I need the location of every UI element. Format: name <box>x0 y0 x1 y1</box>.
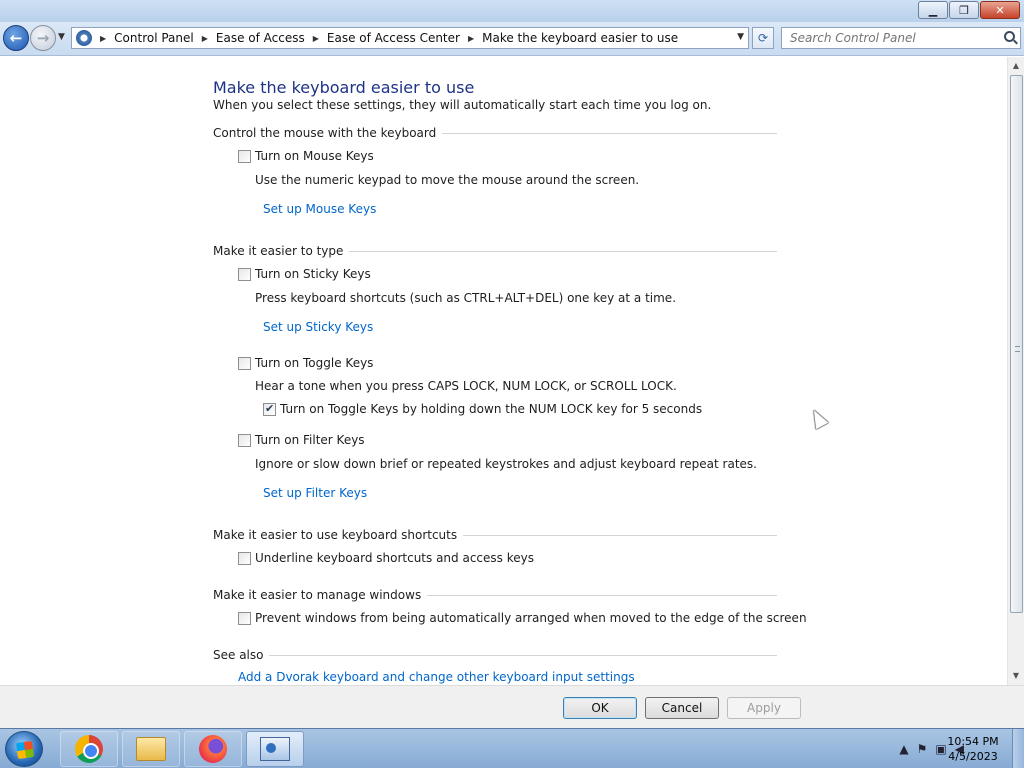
taskbar-chrome[interactable] <box>60 731 118 767</box>
toggle-keys-description: Hear a tone when you press CAPS LOCK, NU… <box>255 379 677 393</box>
divider <box>269 654 777 656</box>
search-icon[interactable] <box>1004 31 1015 42</box>
scrollbar-thumb[interactable] <box>1010 75 1023 613</box>
navigation-bar: ← → ▼ ▶ Control Panel ▶ Ease of Access ▶… <box>0 22 1024 56</box>
system-clock[interactable]: 10:54 PM 4/5/2023 <box>942 734 1004 764</box>
mouse-keys-checkbox-row[interactable]: Turn on Mouse Keys <box>238 149 374 163</box>
group-title: Make it easier to manage windows <box>213 588 422 602</box>
taskbar-firefox[interactable] <box>184 731 242 767</box>
toggle-keys-numlock-checkbox-row[interactable]: Turn on Toggle Keys by holding down the … <box>263 402 702 416</box>
dialog-footer: OK Cancel Apply <box>0 685 1024 728</box>
cancel-button[interactable]: Cancel <box>645 697 719 719</box>
scrollbar-grip <box>1015 346 1020 352</box>
mouse-keys-description: Use the numeric keypad to move the mouse… <box>255 173 640 187</box>
chevron-right-icon[interactable]: ▶ <box>100 34 106 43</box>
underline-shortcuts-label[interactable]: Underline keyboard shortcuts and access … <box>255 551 534 565</box>
mouse-keys-label[interactable]: Turn on Mouse Keys <box>255 149 374 163</box>
close-button[interactable]: ✕ <box>980 1 1020 19</box>
filter-keys-description: Ignore or slow down brief or repeated ke… <box>255 457 757 471</box>
scroll-down-icon[interactable]: ▼ <box>1008 668 1024 684</box>
breadcrumb-control-panel[interactable]: Control Panel <box>114 31 194 45</box>
setup-mouse-keys-link[interactable]: Set up Mouse Keys <box>263 202 376 216</box>
search-box[interactable] <box>781 27 1021 49</box>
show-desktop-button[interactable] <box>1012 729 1024 768</box>
address-bar[interactable]: ▶ Control Panel ▶ Ease of Access ▶ Ease … <box>71 27 749 49</box>
prevent-arrange-label[interactable]: Prevent windows from being automatically… <box>255 611 807 625</box>
group-header-shortcuts: Make it easier to use keyboard shortcuts <box>213 528 777 542</box>
file-explorer-icon <box>136 737 166 761</box>
window-caption-bar: ▁ ❐ ✕ <box>0 0 1024 22</box>
minimize-button[interactable]: ▁ <box>918 1 948 19</box>
maximize-button[interactable]: ❐ <box>949 1 979 19</box>
taskbar-control-panel[interactable] <box>246 731 304 767</box>
setup-filter-keys-link[interactable]: Set up Filter Keys <box>263 486 367 500</box>
prevent-arrange-checkbox-row[interactable]: Prevent windows from being automatically… <box>238 611 807 625</box>
taskbar: ▲ ⚑ ▣ ◀ 10:54 PM 4/5/2023 <box>0 728 1024 768</box>
page-subtitle: When you select these settings, they wil… <box>213 98 712 112</box>
dvorak-keyboard-link[interactable]: Add a Dvorak keyboard and change other k… <box>238 670 635 684</box>
group-header-windows: Make it easier to manage windows <box>213 588 777 602</box>
start-button[interactable] <box>5 731 43 767</box>
search-input[interactable] <box>782 28 992 48</box>
divider <box>442 132 777 134</box>
toggle-keys-numlock-checkbox[interactable] <box>263 402 276 416</box>
address-dropdown-icon[interactable]: ▼ <box>737 32 744 42</box>
filter-keys-label[interactable]: Turn on Filter Keys <box>255 433 365 447</box>
clock-time: 10:54 PM <box>947 735 999 748</box>
toggle-keys-checkbox[interactable] <box>238 356 251 370</box>
group-title: Make it easier to use keyboard shortcuts <box>213 528 458 542</box>
control-panel-icon <box>76 30 92 46</box>
breadcrumb-ease-of-access-center[interactable]: Ease of Access Center <box>327 31 460 45</box>
sticky-keys-checkbox[interactable] <box>238 267 251 281</box>
taskbar-file-explorer[interactable] <box>122 731 180 767</box>
chrome-icon <box>75 735 103 763</box>
breadcrumb: ▶ Control Panel ▶ Ease of Access ▶ Ease … <box>92 31 678 45</box>
group-header-type: Make it easier to type <box>213 244 777 258</box>
firefox-icon <box>199 735 227 763</box>
toggle-keys-label[interactable]: Turn on Toggle Keys <box>255 356 373 370</box>
refresh-button[interactable]: ⟳ <box>752 27 774 49</box>
ok-button[interactable]: OK <box>563 697 637 719</box>
action-center-icon[interactable]: ⚑ <box>917 742 928 756</box>
prevent-arrange-checkbox[interactable] <box>238 611 251 625</box>
group-title: Make it easier to type <box>213 244 344 258</box>
filter-keys-checkbox[interactable] <box>238 433 251 447</box>
group-header-mouse: Control the mouse with the keyboard <box>213 126 777 140</box>
main-content: Make the keyboard easier to use When you… <box>0 57 1007 685</box>
sticky-keys-checkbox-row[interactable]: Turn on Sticky Keys <box>238 267 371 281</box>
caption-buttons: ▁ ❐ ✕ <box>918 1 1020 19</box>
apply-button[interactable]: Apply <box>727 697 801 719</box>
group-header-see-also: See also <box>213 648 777 662</box>
breadcrumb-ease-of-access[interactable]: Ease of Access <box>216 31 305 45</box>
divider <box>349 250 777 252</box>
chevron-right-icon[interactable]: ▶ <box>202 34 208 43</box>
recent-pages-dropdown-icon[interactable]: ▼ <box>58 32 65 42</box>
divider <box>463 534 777 536</box>
underline-shortcuts-checkbox[interactable] <box>238 551 251 565</box>
vertical-scrollbar[interactable]: ▲ ▼ <box>1007 57 1024 685</box>
group-title: Control the mouse with the keyboard <box>213 126 437 140</box>
toggle-keys-checkbox-row[interactable]: Turn on Toggle Keys <box>238 356 373 370</box>
forward-button[interactable]: → <box>30 25 56 51</box>
chevron-right-icon[interactable]: ▶ <box>468 34 474 43</box>
control-panel-icon <box>260 737 290 761</box>
back-button[interactable]: ← <box>3 25 29 51</box>
chevron-right-icon[interactable]: ▶ <box>313 34 319 43</box>
filter-keys-checkbox-row[interactable]: Turn on Filter Keys <box>238 433 365 447</box>
clock-date: 4/5/2023 <box>948 750 998 763</box>
setup-sticky-keys-link[interactable]: Set up Sticky Keys <box>263 320 373 334</box>
breadcrumb-current-page[interactable]: Make the keyboard easier to use <box>482 31 678 45</box>
scroll-up-icon[interactable]: ▲ <box>1008 58 1024 74</box>
page-title: Make the keyboard easier to use <box>213 78 475 97</box>
underline-checkbox-row[interactable]: Underline keyboard shortcuts and access … <box>238 551 534 565</box>
show-hidden-icons-button[interactable]: ▲ <box>899 742 908 756</box>
group-title: See also <box>213 648 264 662</box>
toggle-keys-numlock-label[interactable]: Turn on Toggle Keys by holding down the … <box>280 402 702 416</box>
sticky-keys-label[interactable]: Turn on Sticky Keys <box>255 267 371 281</box>
divider <box>427 594 777 596</box>
sticky-keys-description: Press keyboard shortcuts (such as CTRL+A… <box>255 291 677 305</box>
mouse-keys-checkbox[interactable] <box>238 149 251 163</box>
